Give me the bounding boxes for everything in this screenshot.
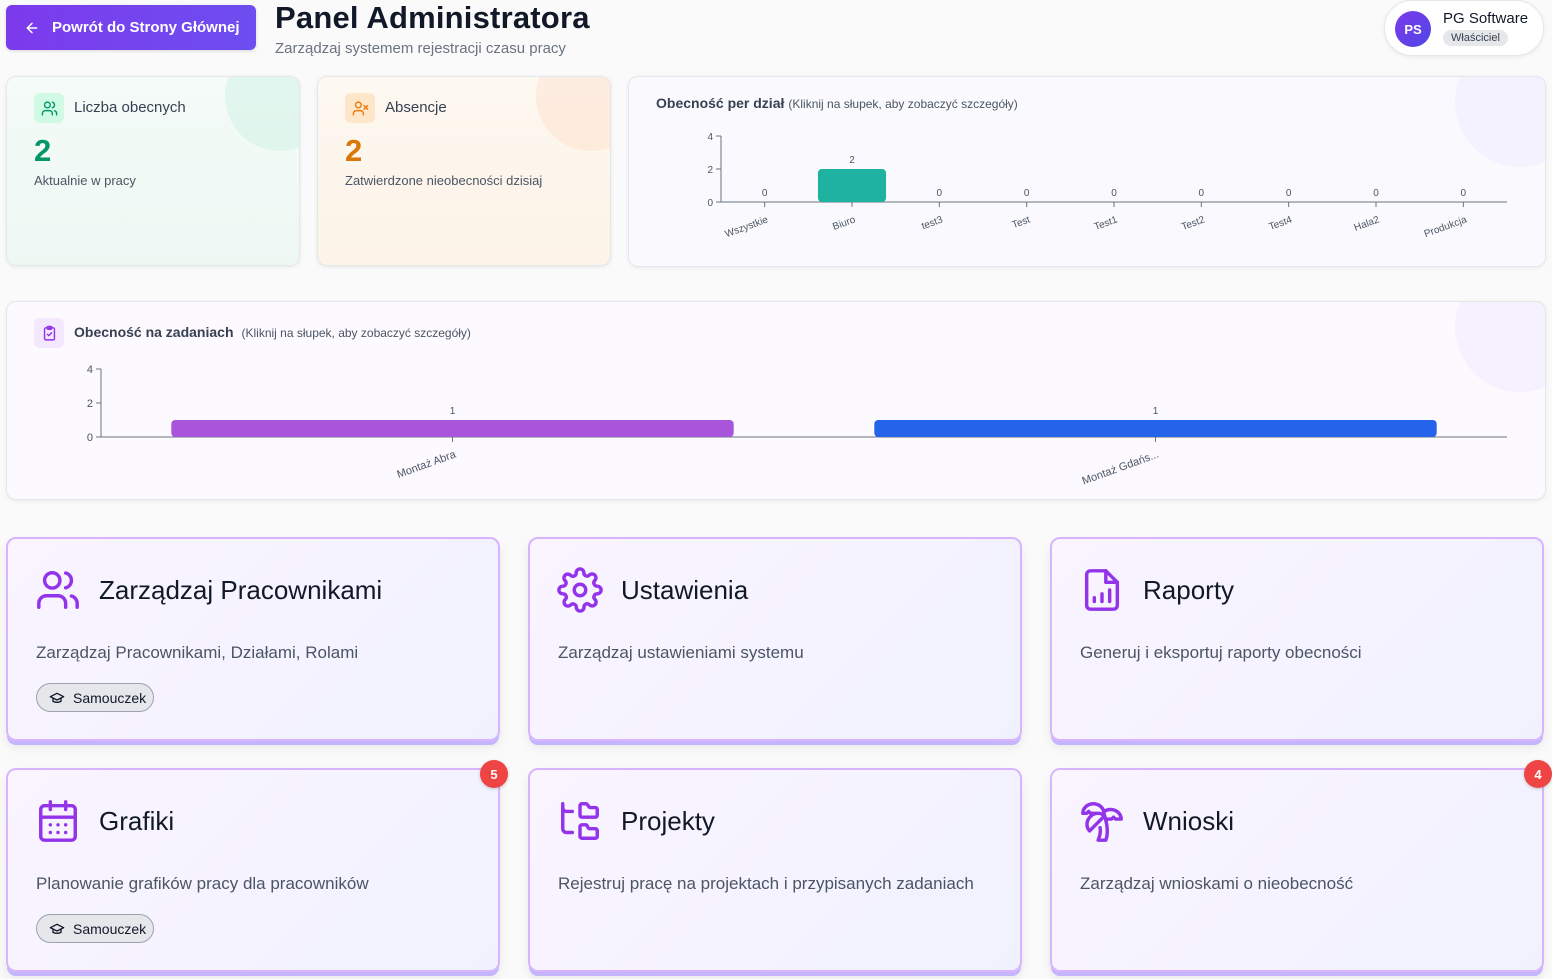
decorative-circle	[536, 77, 610, 151]
x-tick-label: Montaż Abra	[395, 448, 458, 481]
y-tick-label: 0	[87, 432, 93, 444]
settings-card[interactable]: Ustawienia Zarządzaj ustawieniami system…	[528, 537, 1022, 741]
schedules-tutorial-button[interactable]: Samouczek	[36, 914, 154, 943]
y-tick-label: 0	[707, 198, 713, 209]
absences-value: 2	[345, 133, 363, 168]
reports-card[interactable]: Raporty Generuj i eksportuj raporty obec…	[1050, 537, 1544, 741]
projects-title: Projekty	[621, 806, 715, 836]
manage-employees-description: Zarządzaj Pracownikami, Działami, Rolami	[36, 643, 359, 662]
tutorial-button-label: Samouczek	[73, 689, 147, 706]
employees-tutorial-button[interactable]: Samouczek	[36, 683, 154, 712]
schedules-card[interactable]: Grafiki Planowanie grafików pracy dla pr…	[6, 768, 500, 972]
y-tick-label: 2	[87, 398, 93, 410]
settings-description: Zarządzaj ustawieniami systemu	[558, 643, 804, 662]
tutorial-button-label: Samouczek	[73, 920, 147, 937]
bar-value-label: 0	[1024, 188, 1030, 199]
x-tick-label: Test2	[1180, 214, 1207, 233]
file-chart-icon	[1079, 567, 1125, 613]
settings-title: Ustawienia	[621, 575, 749, 605]
requests-title: Wnioski	[1143, 806, 1235, 836]
requests-notification-badge: 4	[1524, 760, 1552, 788]
present-count-description: Aktualnie w pracy	[34, 173, 136, 188]
palm-tree-icon	[1079, 798, 1125, 844]
calendar-icon	[35, 798, 81, 844]
user-name: PG Software	[1443, 10, 1529, 27]
task-attendance-chart-card: Obecność na zadaniach (Kliknij na słupek,…	[6, 301, 1546, 500]
user-x-icon	[345, 93, 375, 123]
y-tick-label: 4	[707, 132, 713, 143]
x-tick-label: Biuro	[831, 214, 857, 232]
bar-value-label: 0	[1199, 188, 1205, 199]
x-tick-label: Montaż Gdańs...	[1081, 449, 1161, 488]
absences-card: Absencje 2 Zatwierdzone nieobecności dzi…	[317, 76, 611, 266]
user-menu[interactable]: PS PG Software Właściciel	[1384, 0, 1544, 56]
bar-value-label: 2	[849, 155, 855, 166]
bar-value-label: 1	[450, 406, 456, 417]
y-tick-label: 2	[707, 165, 713, 176]
task-attendance-chart[interactable]: 0 2 4 1 Montaż Abra 1 Montaż Gdańs...	[7, 302, 1546, 500]
schedules-description: Planowanie grafików pracy dla pracownikó…	[36, 874, 369, 893]
present-count-card: Liczba obecnych 2 Aktualnie w pracy	[6, 76, 300, 266]
x-tick-label: Test1	[1093, 214, 1120, 233]
present-count-value: 2	[34, 133, 52, 168]
department-attendance-chart[interactable]: 0 2 4 0 Wszystkie 2 Biuro 0 test3 0 Test 0 Test1 0 Tes…	[629, 77, 1546, 267]
requests-description: Zarządzaj wnioskami o nieobecność	[1080, 874, 1354, 893]
x-tick-label: Test	[1011, 214, 1032, 231]
projects-description: Rejestruj pracę na projektach i przypisa…	[558, 874, 974, 893]
users-icon	[34, 93, 64, 123]
bar-value-label: 0	[1373, 188, 1379, 199]
x-tick-label: Hala2	[1353, 214, 1382, 233]
user-role-badge: Właściciel	[1443, 30, 1508, 46]
reports-description: Generuj i eksportuj raporty obecności	[1080, 643, 1362, 662]
bar	[171, 420, 734, 437]
manage-employees-card[interactable]: Zarządzaj Pracownikami Zarządzaj Pracown…	[6, 537, 500, 741]
page-title: Panel Administratora	[275, 0, 590, 35]
bar-value-label: 1	[1153, 406, 1159, 417]
back-to-home-button[interactable]: Powrót do Strony Głównej	[6, 5, 256, 50]
manage-employees-title: Zarządzaj Pracownikami	[99, 575, 383, 605]
arrow-left-icon	[26, 22, 38, 33]
x-tick-label: Produkcja	[1423, 214, 1469, 240]
decorative-circle	[225, 77, 299, 151]
bar	[817, 169, 887, 202]
avatar: PS	[1395, 11, 1431, 47]
bar-value-label: 0	[1286, 188, 1292, 199]
graduation-cap-icon	[49, 692, 65, 703]
x-tick-label: test3	[920, 214, 945, 232]
back-button-label: Powrót do Strony Głównej	[52, 19, 240, 36]
department-attendance-chart-card: Obecność per dział (Kliknij na słupek, ab…	[628, 76, 1546, 267]
users-icon	[35, 567, 81, 613]
projects-card[interactable]: Projekty Rejestruj pracę na projektach i…	[528, 768, 1022, 972]
x-tick-label: Wszystkie	[724, 214, 770, 240]
requests-card[interactable]: Wnioski Zarządzaj wnioskami o nieobecnoś…	[1050, 768, 1544, 972]
absences-description: Zatwierdzone nieobecności dzisiaj	[345, 173, 543, 188]
bar	[874, 420, 1437, 437]
bar-value-label: 0	[937, 188, 943, 199]
reports-title: Raporty	[1143, 575, 1235, 605]
bar-value-label: 0	[762, 188, 768, 199]
present-count-label: Liczba obecnych	[74, 99, 186, 116]
bar-value-label: 0	[1111, 188, 1117, 199]
schedules-title: Grafiki	[99, 806, 175, 836]
graduation-cap-icon	[49, 923, 65, 934]
x-tick-label: Test4	[1267, 214, 1294, 233]
bar-value-label: 0	[1461, 188, 1467, 199]
gear-icon	[557, 567, 603, 613]
page-subtitle: Zarządzaj systemem rejestracji czasu pra…	[275, 40, 566, 57]
schedules-notification-badge: 5	[480, 760, 508, 788]
absences-label: Absencje	[385, 99, 447, 116]
folder-tree-icon	[557, 798, 603, 844]
y-tick-label: 4	[87, 364, 93, 376]
